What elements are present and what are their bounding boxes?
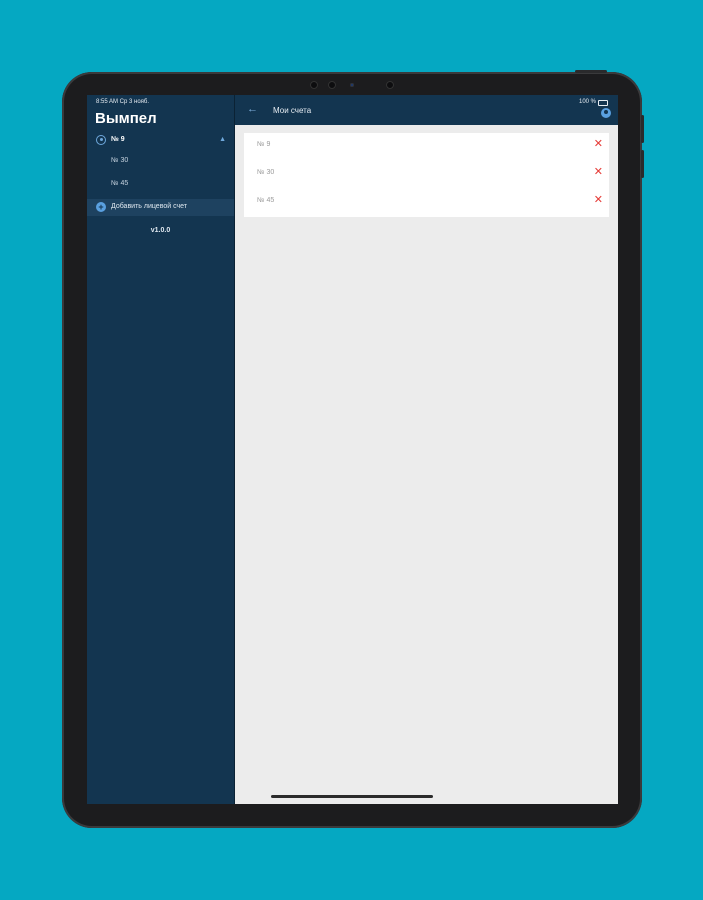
account-number: № 9 — [257, 141, 271, 148]
home-indicator[interactable] — [271, 795, 433, 798]
user-icon — [96, 135, 106, 145]
close-icon[interactable]: ✕ — [594, 166, 603, 178]
account-icon[interactable] — [601, 108, 611, 118]
list-item[interactable]: № 9 ✕ — [244, 133, 609, 161]
list-item[interactable]: № 30 ✕ — [244, 161, 609, 189]
sensor-dot — [310, 81, 318, 89]
sidebar-item-account-45[interactable]: № 45 — [111, 180, 128, 187]
navigation-drawer: 8:55 AM Ср 3 нояб. Вымпел № 9 ▲ № 30 № 4… — [87, 95, 235, 804]
status-time-date: 8:55 AM Ср 3 нояб. — [96, 99, 150, 105]
list-item[interactable]: № 45 ✕ — [244, 189, 609, 217]
indicator-dot — [350, 83, 354, 87]
page-title: Мои счета — [273, 106, 312, 115]
close-icon[interactable]: ✕ — [594, 138, 603, 150]
battery-icon — [598, 100, 608, 106]
camera-lens — [328, 81, 336, 89]
app-title: Вымпел — [95, 110, 157, 127]
volume-up-button — [641, 115, 644, 143]
sidebar-item-account-30[interactable]: № 30 — [111, 157, 128, 164]
camera-bar — [300, 81, 410, 89]
close-icon[interactable]: ✕ — [594, 194, 603, 206]
app-version: v1.0.0 — [150, 227, 171, 234]
account-number: № 30 — [257, 169, 275, 176]
top-button — [575, 70, 607, 73]
status-battery: 100 % — [578, 99, 596, 105]
top-app-bar: ← Мои счета 100 % — [235, 95, 618, 125]
current-account-row[interactable]: № 9 ▲ — [96, 135, 230, 149]
plus-icon: + — [96, 202, 106, 212]
add-account-label: Добавить лицевой счет — [111, 203, 188, 210]
app-screen: 8:55 AM Ср 3 нояб. Вымпел № 9 ▲ № 30 № 4… — [87, 95, 618, 804]
accounts-list: № 9 ✕ № 30 ✕ № 45 ✕ — [244, 133, 609, 217]
account-number: № 45 — [257, 197, 275, 204]
sensor-dot — [386, 81, 394, 89]
chevron-up-icon[interactable]: ▲ — [219, 136, 226, 143]
arrow-left-icon[interactable]: ← — [247, 103, 258, 115]
current-account-label: № 9 — [111, 136, 125, 143]
add-account-button[interactable]: + Добавить лицевой счет — [87, 199, 234, 216]
volume-down-button — [641, 150, 644, 178]
